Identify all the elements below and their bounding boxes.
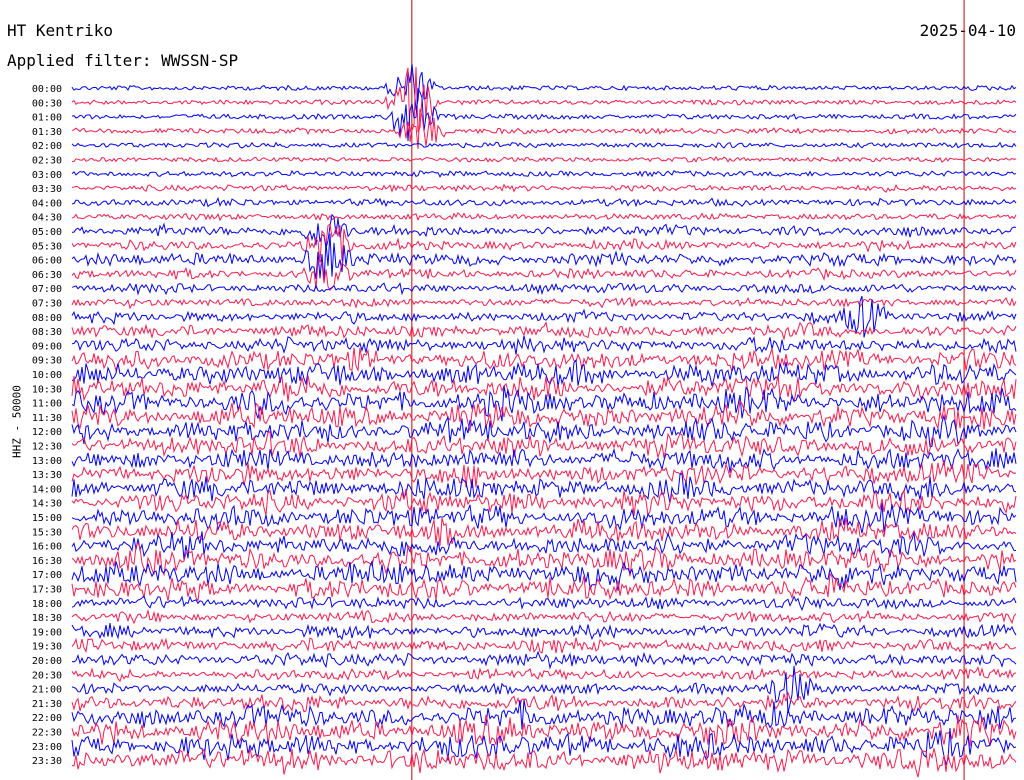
seismic-trace-row <box>71 595 1017 612</box>
seismic-trace-row <box>71 637 1017 654</box>
row-time-label: 23:00 <box>32 742 62 753</box>
seismic-trace-row <box>71 622 1017 641</box>
seismic-trace-row <box>71 430 1017 460</box>
row-time-label: 21:00 <box>32 685 62 696</box>
row-time-label: 09:30 <box>32 356 62 367</box>
seismic-trace-row <box>71 141 1017 149</box>
row-time-label: 07:30 <box>32 299 62 310</box>
seismic-trace-row <box>71 213 1017 249</box>
seismic-trace-row <box>71 699 1017 730</box>
seismic-trace-row <box>71 748 1017 778</box>
row-time-label: 08:00 <box>32 313 62 324</box>
row-time-label: 22:00 <box>32 713 62 724</box>
seismic-trace-row <box>71 608 1017 625</box>
seismic-trace-row <box>71 488 1017 517</box>
seismic-trace-row <box>71 650 1017 670</box>
row-time-label: 16:30 <box>32 556 62 567</box>
row-time-label: 02:00 <box>32 141 62 152</box>
helicorder-plot: 00:00 00:30 01:00 01:30 02:00 02:30 03:00 03:30… <box>32 0 1017 780</box>
row-time-label: 14:30 <box>32 499 62 510</box>
row-time-label: 02:30 <box>32 156 62 167</box>
seismic-trace-row <box>71 665 1017 683</box>
seismic-trace-row <box>71 559 1017 591</box>
row-time-label: 18:30 <box>32 613 62 624</box>
row-time-label: 05:30 <box>32 241 62 252</box>
row-time-label: 03:00 <box>32 170 62 181</box>
row-time-label: 15:00 <box>32 513 62 524</box>
row-time-label: 00:30 <box>32 98 62 109</box>
seismic-trace-row <box>71 374 1017 404</box>
seismic-trace-row <box>71 87 1017 142</box>
seismic-trace-row <box>71 282 1017 296</box>
row-time-label: 12:30 <box>32 442 62 453</box>
row-time-label: 06:00 <box>32 256 62 267</box>
row-time-label: 01:00 <box>32 113 62 124</box>
row-time-label: 12:00 <box>32 427 62 438</box>
row-time-label: 10:00 <box>32 370 62 381</box>
seismic-trace-row <box>71 196 1017 208</box>
row-time-label: 09:00 <box>32 341 62 352</box>
row-time-label: 19:00 <box>32 627 62 638</box>
row-time-label: 18:00 <box>32 599 62 610</box>
row-time-label: 10:30 <box>32 384 62 395</box>
row-time-label: 20:00 <box>32 656 62 667</box>
row-time-label: 03:30 <box>32 184 62 195</box>
row-time-label: 13:00 <box>32 456 62 467</box>
row-time-label: 05:00 <box>32 227 62 238</box>
row-time-label: 00:00 <box>32 84 62 95</box>
seismic-trace-row <box>71 211 1017 222</box>
seismic-trace-row <box>71 335 1017 355</box>
row-time-label: 21:30 <box>32 699 62 710</box>
row-time-label: 17:30 <box>32 585 62 596</box>
row-time-label: 14:00 <box>32 484 62 495</box>
row-time-label: 16:00 <box>32 542 62 553</box>
row-time-label: 19:30 <box>32 642 62 653</box>
seismic-trace-row <box>71 296 1017 310</box>
row-time-label: 15:30 <box>32 527 62 538</box>
row-time-label: 04:00 <box>32 198 62 209</box>
row-time-label: 22:30 <box>32 728 62 739</box>
seismic-trace-row <box>71 63 1017 111</box>
row-time-label: 01:30 <box>32 127 62 138</box>
row-time-label: 08:30 <box>32 327 62 338</box>
seismic-trace-row <box>71 155 1017 163</box>
row-time-label: 23:30 <box>32 756 62 767</box>
row-time-label: 06:30 <box>32 270 62 281</box>
seismic-trace-row <box>71 572 1017 603</box>
row-time-label: 17:00 <box>32 570 62 581</box>
row-time-label: 11:00 <box>32 399 62 410</box>
row-time-label: 04:30 <box>32 213 62 224</box>
row-time-label: 11:30 <box>32 413 62 424</box>
row-time-label: 07:00 <box>32 284 62 295</box>
seismic-trace-row <box>71 691 1017 713</box>
seismic-trace-row <box>72 183 1017 193</box>
row-time-label: 20:30 <box>32 670 62 681</box>
row-time-label: 13:30 <box>32 470 62 481</box>
seismic-trace-row <box>71 170 1017 178</box>
